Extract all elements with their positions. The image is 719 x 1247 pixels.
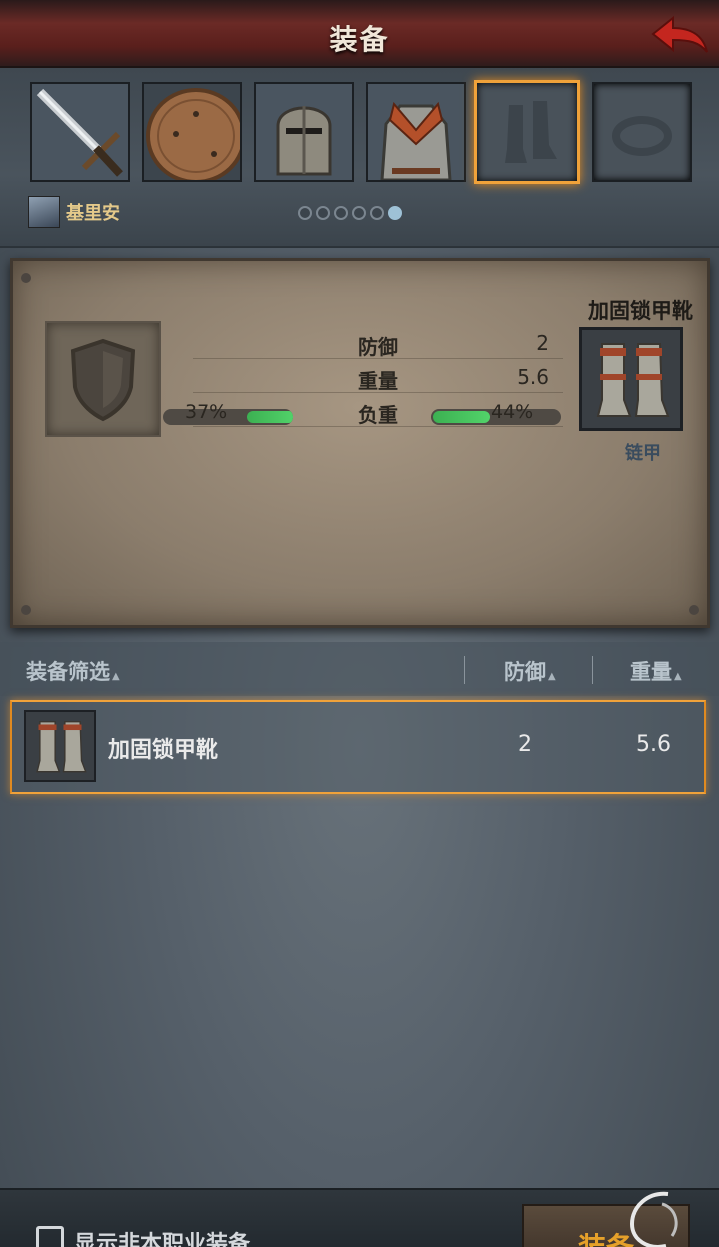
stat-label: 防御	[358, 335, 398, 359]
header-bar: 装备	[0, 0, 719, 68]
page-dot[interactable]	[370, 206, 384, 220]
footer-bar: 显示非本职业装备 装备	[0, 1188, 719, 1247]
slot-ring[interactable]	[592, 82, 692, 182]
new-load-text: 44%	[491, 401, 534, 423]
compare-panel: 防御 2 重量 5.6 负重 37% 44% 加固锁甲靴 链甲	[10, 258, 710, 628]
sword-icon	[32, 84, 128, 180]
stat-row-defense: 防御 2	[193, 327, 563, 359]
shield-icon	[144, 84, 240, 180]
divider	[592, 656, 593, 684]
defense-sort-header[interactable]: 防御 ▲	[504, 656, 556, 686]
boots-icon	[505, 101, 557, 163]
new-load-fill	[433, 411, 490, 423]
stat-value: 5.6	[517, 365, 549, 389]
slot-shield[interactable]	[142, 82, 242, 182]
stat-value: 2	[536, 331, 549, 355]
stat-row-weight: 重量 5.6	[193, 361, 563, 393]
checkbox-label: 显示非本职业装备	[74, 1232, 251, 1247]
back-button[interactable]	[649, 12, 711, 60]
stat-label: 重量	[358, 369, 398, 393]
character-name: 基里安	[66, 203, 120, 224]
empty-shield-icon	[70, 338, 136, 422]
armor-icon	[368, 84, 464, 180]
new-item-name: 加固锁甲靴	[588, 299, 693, 323]
page-dot-active[interactable]	[388, 206, 402, 220]
item-name: 加固锁甲靴	[108, 738, 219, 763]
current-load-text: 37%	[185, 401, 228, 423]
back-arrow-icon	[651, 15, 708, 53]
item-defense: 2	[518, 732, 532, 757]
ring-icon	[612, 116, 672, 156]
rivet	[21, 273, 31, 283]
filter-label: 装备筛选	[26, 660, 110, 684]
slot-boots[interactable]	[474, 80, 580, 184]
page-dot[interactable]	[334, 206, 348, 220]
rivet	[689, 605, 699, 615]
item-thumbnail	[24, 710, 96, 782]
slot-weapon[interactable]	[30, 82, 130, 182]
rivet	[21, 605, 31, 615]
new-item-slot	[579, 327, 683, 431]
page-title: 装备	[329, 23, 390, 56]
current-load-fill	[247, 411, 293, 423]
new-item-type: 链甲	[625, 443, 661, 464]
show-other-class-checkbox[interactable]	[36, 1226, 64, 1247]
sort-triangle-icon: ▲	[674, 671, 682, 682]
page-dot[interactable]	[298, 206, 312, 220]
filter-header[interactable]: 装备筛选 ▲	[26, 656, 120, 686]
page-dot[interactable]	[316, 206, 330, 220]
helmet-icon	[256, 84, 352, 180]
page-indicator	[298, 206, 402, 220]
boots-icon	[36, 721, 87, 773]
boots-icon	[596, 343, 670, 417]
weight-sort-header[interactable]: 重量 ▲	[630, 656, 682, 686]
current-item-slot	[45, 321, 161, 437]
item-weight: 5.6	[636, 732, 671, 757]
page-dot[interactable]	[352, 206, 366, 220]
character-selector[interactable]: 基里安	[28, 196, 120, 228]
equipment-slot-bar: 基里安	[0, 68, 719, 248]
slot-helmet[interactable]	[254, 82, 354, 182]
character-avatar	[28, 196, 60, 228]
divider	[464, 656, 465, 684]
current-load-bar	[163, 409, 293, 425]
list-header: 装备筛选 ▲ 防御 ▲ 重量 ▲	[0, 642, 719, 696]
sort-triangle-icon: ▲	[112, 671, 120, 682]
slot-armor[interactable]	[366, 82, 466, 182]
weight-label: 重量	[630, 660, 672, 684]
sort-triangle-icon: ▲	[548, 671, 556, 682]
loading-spinner-icon	[629, 1191, 678, 1247]
list-item[interactable]: 加固锁甲靴 2 5.6	[10, 700, 706, 794]
defense-label: 防御	[504, 660, 546, 684]
